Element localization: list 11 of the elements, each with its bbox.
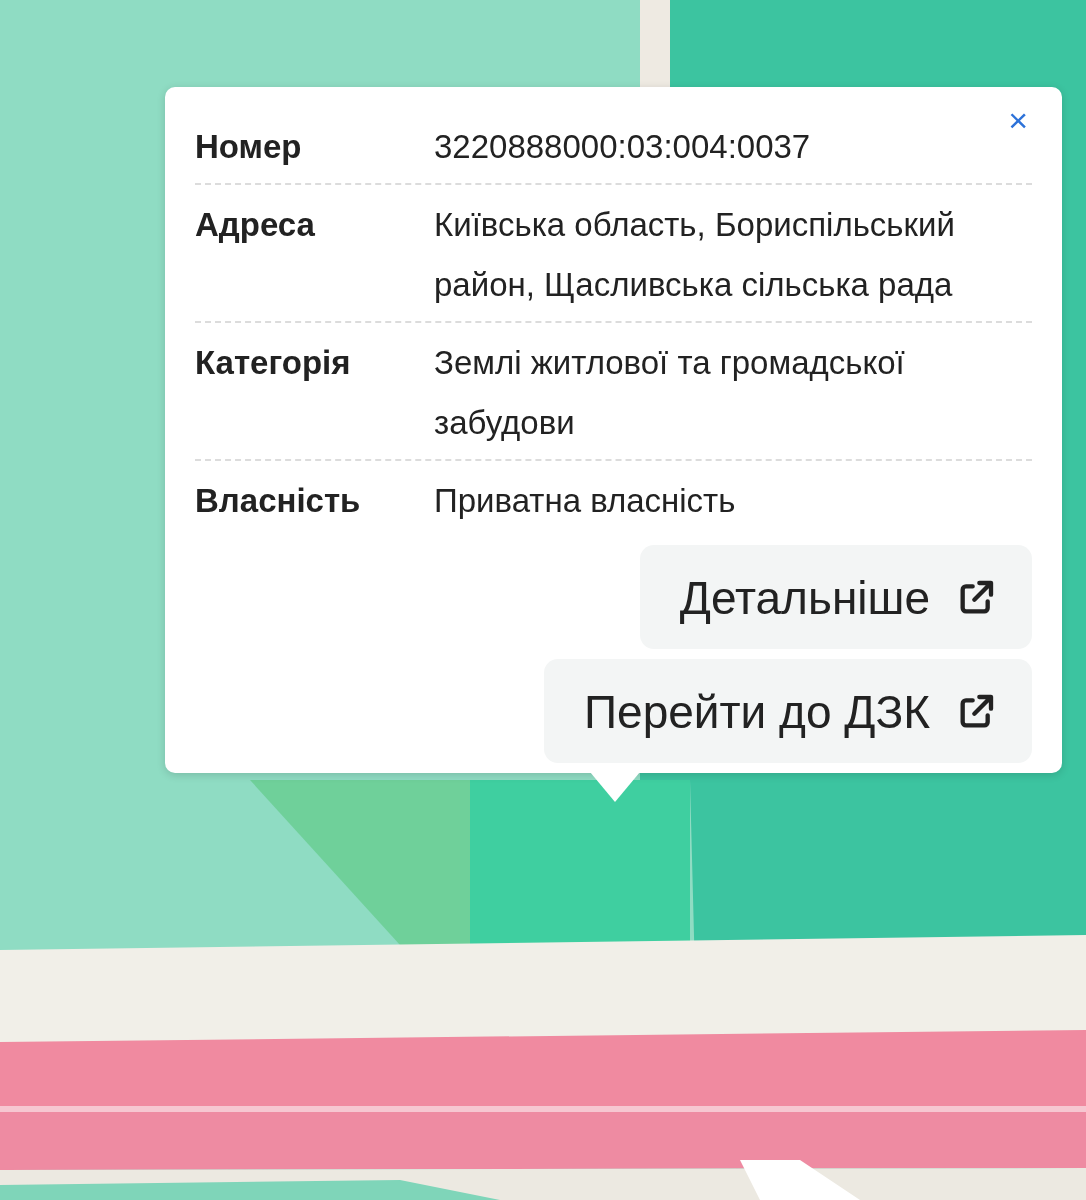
field-label: Категорія <box>195 343 352 383</box>
field-value: Приватна власність <box>434 481 737 521</box>
field-label: Адреса <box>195 205 316 245</box>
close-button[interactable]: × <box>1004 99 1032 141</box>
field-label: Номер <box>195 127 303 167</box>
field-label: Власність <box>195 481 362 521</box>
external-link-button[interactable]: Перейти до ДЗК <box>544 659 1032 763</box>
external-link-button[interactable]: Детальніше <box>639 545 1032 649</box>
field-value: Землі житлової та громадської забудови <box>434 343 906 443</box>
field-value: Київська область, Бориспільський район, Щасливська сільська рада <box>434 205 956 305</box>
field-value: 3220888000:03:004:0037 <box>434 127 812 167</box>
